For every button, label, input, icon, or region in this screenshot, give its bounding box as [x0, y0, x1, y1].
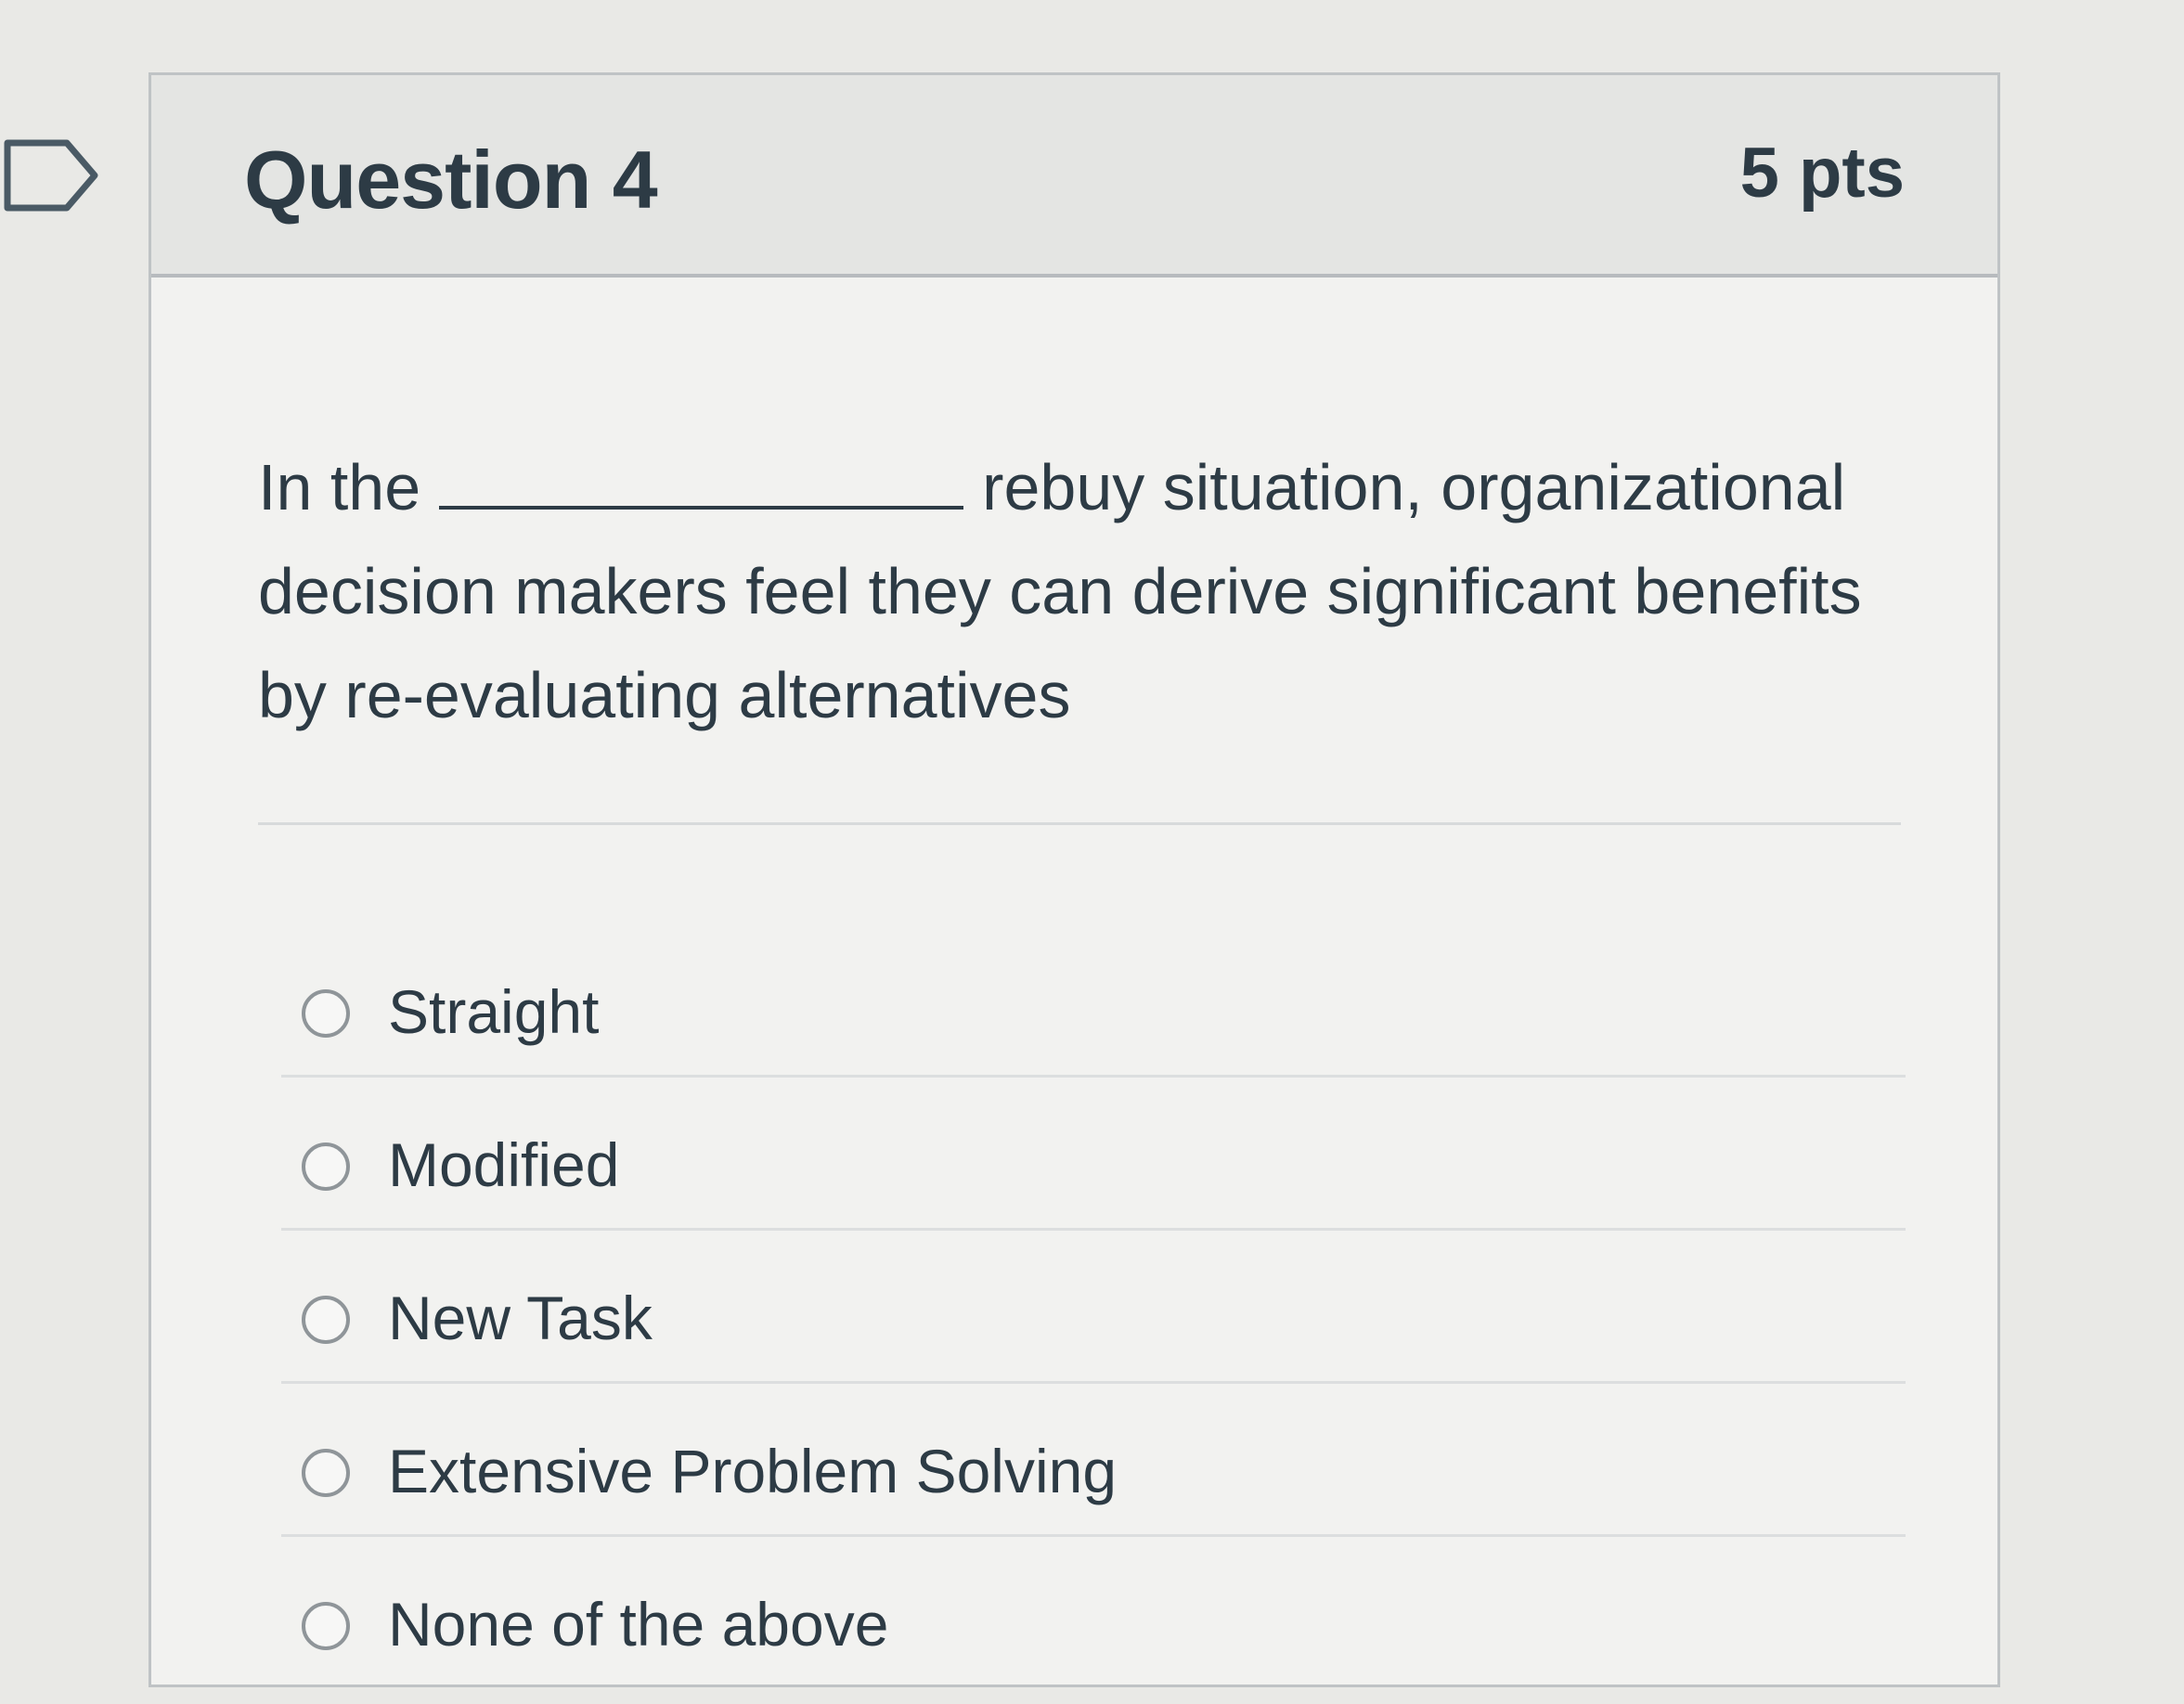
answer-option-none-of-the-above[interactable]: None of the above: [281, 1537, 1906, 1690]
radio-button-icon[interactable]: [302, 1602, 350, 1650]
question-title: Question 4: [244, 134, 658, 226]
radio-button-icon[interactable]: [302, 1449, 350, 1497]
answer-option-straight[interactable]: Straight: [281, 924, 1906, 1078]
answer-list: Straight Modified New Task Extensive Pro…: [281, 924, 1906, 1690]
flag-question-icon[interactable]: [0, 137, 102, 213]
question-text: In the rebuy situation, organizational de…: [258, 435, 1929, 747]
fill-in-blank: [439, 450, 964, 510]
question-header: Question 4 5 pts: [151, 75, 1997, 278]
answer-label: New Task: [388, 1284, 653, 1352]
answer-label: Extensive Problem Solving: [388, 1437, 1118, 1505]
answer-option-extensive-problem-solving[interactable]: Extensive Problem Solving: [281, 1384, 1906, 1537]
question-text-before: In the: [258, 451, 421, 523]
answers-divider: [258, 822, 1901, 825]
answer-label: Modified: [388, 1130, 620, 1199]
question-points: 5 pts: [1739, 134, 1905, 213]
answer-label: Straight: [388, 977, 600, 1046]
answer-option-new-task[interactable]: New Task: [281, 1231, 1906, 1384]
answer-option-modified[interactable]: Modified: [281, 1078, 1906, 1231]
radio-button-icon[interactable]: [302, 1142, 350, 1191]
answer-label: None of the above: [388, 1590, 889, 1659]
question-card: Question 4 5 pts In the rebuy situation, …: [149, 72, 2000, 1687]
radio-button-icon[interactable]: [302, 1296, 350, 1344]
radio-button-icon[interactable]: [302, 989, 350, 1038]
